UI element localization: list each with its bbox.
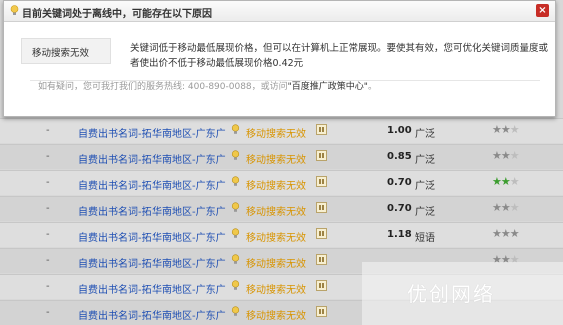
table-row: - 自费出书名词-拓 华南地区-广东广 移动搜索无效 1.18 短语 ★★★: [0, 222, 563, 247]
watermark: 优创网络: [362, 262, 563, 325]
dialog-title: 目前关键词处于离线中，可能存在以下原因: [22, 9, 212, 20]
policy-center-link[interactable]: "百度推广政策中心": [288, 82, 368, 92]
keyword-link[interactable]: 自费出书名词-拓: [78, 151, 152, 166]
status-text[interactable]: 移动搜索无效: [246, 281, 306, 296]
watermark-text: 优创网络: [407, 282, 495, 306]
lightbulb-icon: [231, 202, 240, 212]
star-icon: ★: [492, 123, 502, 136]
status-text[interactable]: 移动搜索无效: [246, 177, 306, 192]
bid-value[interactable]: 1.18: [387, 229, 412, 240]
keyword-link[interactable]: 自费出书名词-拓: [78, 125, 152, 140]
lightbulb-icon: [231, 228, 240, 238]
star-icon: ★: [509, 123, 520, 136]
bid-value[interactable]: 0.70: [387, 177, 412, 188]
row-dash: -: [46, 307, 50, 318]
star-icon: ★: [500, 175, 511, 188]
pause-icon[interactable]: [316, 150, 327, 161]
region-link[interactable]: 华南地区-广东广: [152, 177, 226, 192]
row-dash: -: [46, 151, 50, 162]
status-text[interactable]: 移动搜索无效: [246, 307, 306, 322]
offline-reason-dialog: 目前关键词处于离线中，可能存在以下原因 × 移动搜索无效 关键词低于移动最低展现…: [3, 0, 556, 117]
star-icon: ★: [492, 227, 502, 240]
row-dash: -: [46, 203, 50, 214]
status-text[interactable]: 移动搜索无效: [246, 151, 306, 166]
lightbulb-icon: [231, 306, 240, 316]
row-dash: -: [46, 229, 50, 240]
dialog-header: 目前关键词处于离线中，可能存在以下原因 ×: [4, 1, 555, 22]
reason-label: 移动搜索无效: [32, 48, 90, 59]
reason-label-box: 移动搜索无效: [21, 38, 111, 64]
reason-description: 关键词低于移动最低展现价格，但可以在计算机上正常展现。要使其有效，您可优化关键词…: [130, 43, 549, 69]
lightbulb-icon: [231, 150, 240, 160]
star-icon: ★: [500, 123, 511, 136]
lightbulb-icon: [10, 5, 19, 15]
match-type: 广泛: [415, 129, 435, 140]
keyword-link[interactable]: 自费出书名词-拓: [78, 255, 152, 270]
match-type: 短语: [415, 233, 435, 244]
match-type: 广泛: [415, 207, 435, 218]
star-icon: ★: [509, 175, 520, 188]
region-link[interactable]: 华南地区-广东广: [152, 255, 226, 270]
pause-icon[interactable]: [316, 176, 327, 187]
bid-value[interactable]: 0.85: [387, 151, 412, 162]
star-icon: ★: [500, 201, 511, 214]
region-link[interactable]: 华南地区-广东广: [152, 281, 226, 296]
region-link[interactable]: 华南地区-广东广: [152, 125, 226, 140]
table-row: - 自费出书名词-拓 华南地区-广东广 移动搜索无效 0.85 广泛 ★★★: [0, 144, 563, 169]
star-icon: ★: [492, 175, 502, 188]
quality-stars: ★★★: [492, 149, 520, 162]
status-text[interactable]: 移动搜索无效: [246, 229, 306, 244]
keyword-link[interactable]: 自费出书名词-拓: [78, 203, 152, 218]
help-suffix: 。: [367, 82, 377, 92]
row-dash: -: [46, 281, 50, 292]
star-icon: ★: [492, 149, 502, 162]
lightbulb-icon: [231, 254, 240, 264]
quality-stars: ★★★: [492, 201, 520, 214]
keyword-link[interactable]: 自费出书名词-拓: [78, 229, 152, 244]
lightbulb-icon: [231, 280, 240, 290]
pause-icon[interactable]: [316, 124, 327, 135]
star-icon: ★: [509, 149, 520, 162]
status-text[interactable]: 移动搜索无效: [246, 203, 306, 218]
region-link[interactable]: 华南地区-广东广: [152, 307, 226, 322]
star-icon: ★: [500, 227, 511, 240]
bid-value[interactable]: 1.00: [387, 125, 412, 136]
pause-icon[interactable]: [316, 306, 327, 317]
keyword-link[interactable]: 自费出书名词-拓: [78, 281, 152, 296]
status-text[interactable]: 移动搜索无效: [246, 255, 306, 270]
star-icon: ★: [492, 201, 502, 214]
quality-stars: ★★★: [492, 123, 520, 136]
quality-stars: ★★★: [492, 175, 520, 188]
status-text[interactable]: 移动搜索无效: [246, 125, 306, 140]
keyword-link[interactable]: 自费出书名词-拓: [78, 177, 152, 192]
lightbulb-icon: [231, 176, 240, 186]
pause-icon[interactable]: [316, 202, 327, 213]
star-icon: ★: [509, 201, 520, 214]
bid-value[interactable]: 0.70: [387, 203, 412, 214]
region-link[interactable]: 华南地区-广东广: [152, 229, 226, 244]
row-dash: -: [46, 255, 50, 266]
region-link[interactable]: 华南地区-广东广: [152, 151, 226, 166]
table-row: - 自费出书名词-拓 华南地区-广东广 移动搜索无效 0.70 广泛 ★★★: [0, 196, 563, 221]
table-row: - 自费出书名词-拓 华南地区-广东广 移动搜索无效 0.70 广泛 ★★★: [0, 170, 563, 195]
table-row: - 自费出书名词-拓 华南地区-广东广 移动搜索无效 1.00 广泛 ★★★: [0, 118, 563, 143]
help-prefix: 如有疑问，您可我打我们的服务热线: 400-890-0088，或访问: [38, 82, 288, 92]
help-text: 如有疑问，您可我打我们的服务热线: 400-890-0088，或访问"百度推广政…: [38, 79, 377, 92]
row-dash: -: [46, 177, 50, 188]
region-link[interactable]: 华南地区-广东广: [152, 203, 226, 218]
lightbulb-icon: [231, 124, 240, 134]
close-button[interactable]: ×: [536, 4, 549, 17]
pause-icon[interactable]: [316, 254, 327, 265]
star-icon: ★: [509, 227, 520, 240]
row-dash: -: [46, 125, 50, 136]
pause-icon[interactable]: [316, 280, 327, 291]
star-icon: ★: [500, 149, 511, 162]
pause-icon[interactable]: [316, 228, 327, 239]
match-type: 广泛: [415, 155, 435, 166]
keyword-link[interactable]: 自费出书名词-拓: [78, 307, 152, 322]
match-type: 广泛: [415, 181, 435, 192]
quality-stars: ★★★: [492, 227, 520, 240]
